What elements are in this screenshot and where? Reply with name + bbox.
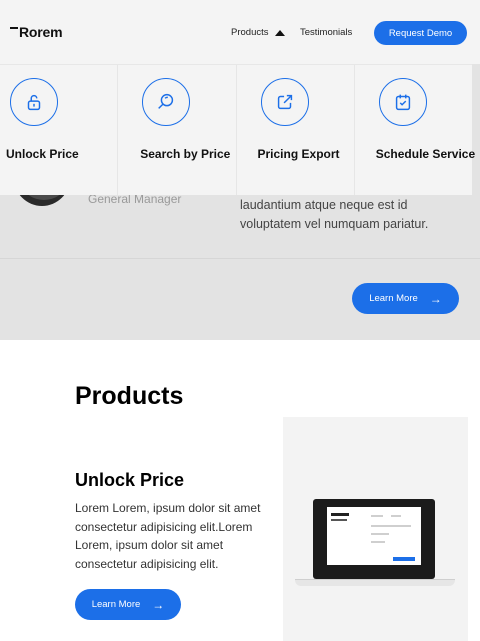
logo-mark-icon (10, 27, 18, 29)
site-header: Rorem Products Testimonials Request Demo (0, 0, 480, 64)
laptop-illustration (295, 499, 455, 591)
learn-more-button[interactable]: Learn More → (352, 283, 459, 314)
arrow-right-icon: → (152, 597, 165, 612)
dropdown-item-label: Unlock Price (6, 147, 79, 161)
products-dropdown: Unlock Price Search by Price Pricing Exp… (0, 64, 476, 195)
product-title: Unlock Price (75, 470, 185, 490)
learn-more-label: Learn More (369, 293, 418, 304)
logo[interactable]: Rorem (10, 24, 63, 40)
arrow-right-icon: → (429, 291, 442, 306)
dropdown-item-pricing-export[interactable]: Pricing Export (237, 65, 355, 195)
laptop-base (295, 579, 455, 586)
nav-testimonials[interactable]: Testimonials (300, 27, 352, 38)
laptop-screen (313, 499, 435, 579)
dropdown-item-label: Search by Price (140, 147, 231, 161)
calendar-check-icon (378, 78, 427, 126)
testimonial-quote: laudantium atque neque est id voluptatem… (240, 198, 429, 231)
product-learn-more-button[interactable]: Learn More → (75, 589, 181, 620)
dropdown-item-unlock-price[interactable]: Unlock Price (0, 65, 119, 195)
dropdown-item-search-by-price[interactable]: Search by Price (118, 65, 237, 195)
export-icon (260, 78, 309, 126)
dropdown-item-label: Schedule Service (375, 147, 476, 161)
dropdown-item-schedule-service[interactable]: Schedule Service (355, 65, 476, 195)
request-demo-button[interactable]: Request Demo (374, 21, 467, 45)
unlock-icon (10, 78, 58, 126)
screen-dialog (327, 507, 421, 565)
nav-products-label: Products (231, 27, 269, 38)
nav-products[interactable]: Products (231, 27, 285, 38)
product-description: Lorem Lorem, ipsum dolor sit amet consec… (75, 501, 261, 571)
search-icon (142, 78, 191, 126)
section-title: Products (75, 382, 184, 410)
dropdown-item-label: Pricing Export (257, 147, 340, 161)
learn-more-label: Learn More (91, 599, 141, 610)
logo-text: Rorem (19, 24, 63, 40)
product-image (283, 417, 468, 641)
caret-up-icon (274, 29, 285, 36)
